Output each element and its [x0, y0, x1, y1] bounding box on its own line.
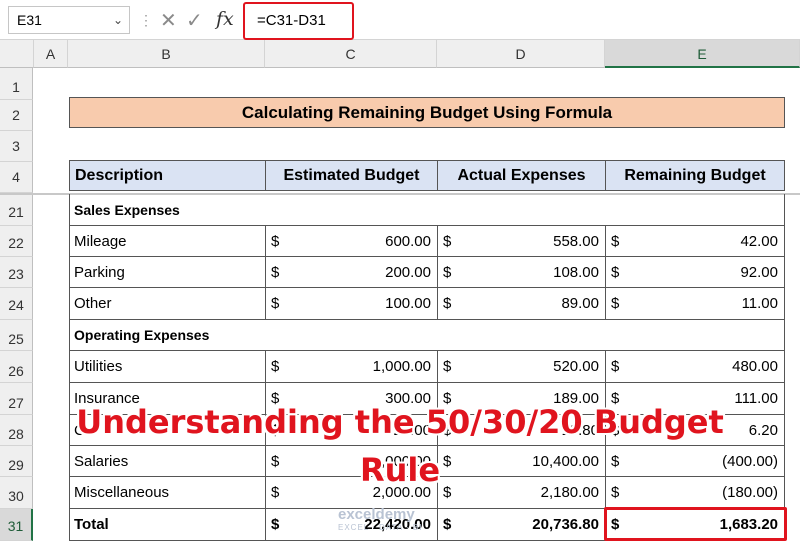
column-header-a[interactable]: A — [34, 40, 68, 68]
remaining-budget-cell[interactable]: $92.00 — [605, 257, 785, 288]
estimated-value: 200.00 — [385, 264, 431, 281]
currency-symbol: $ — [611, 358, 620, 375]
remaining-budget-cell[interactable]: $11.00 — [605, 288, 785, 320]
selected-cell-highlight — [604, 507, 787, 541]
currency-symbol: $ — [271, 264, 280, 281]
estimated-value: 100.00 — [385, 295, 431, 312]
estimated-value: 1,000.00 — [372, 358, 431, 375]
header-estimated-budget[interactable]: Estimated Budget — [265, 160, 438, 191]
description-cell[interactable]: Mileage — [69, 226, 266, 257]
currency-symbol: $ — [271, 233, 280, 250]
description-cell[interactable]: Other — [69, 288, 266, 320]
overlay-caption-line-2: Rule — [359, 451, 441, 489]
remaining-value: 11.00 — [741, 295, 778, 312]
remaining-budget-cell[interactable]: $42.00 — [605, 226, 785, 257]
exceldemy-watermark: exceldemy EXCEL · DATA · BI — [338, 506, 422, 532]
actual-expenses-cell[interactable]: $108.00 — [437, 257, 606, 288]
formula-bar-grip-icon: ⋮ — [139, 12, 154, 28]
table-row: Other $100.00 $89.00 $11.00 — [69, 288, 785, 320]
header-actual-expenses[interactable]: Actual Expenses — [437, 160, 606, 191]
actual-expenses-cell[interactable]: $89.00 — [437, 288, 606, 320]
table-row: Utilities $1,000.00 $520.00 $480.00 — [69, 351, 785, 383]
actual-value: 520.00 — [553, 358, 599, 375]
estimated-budget-cell[interactable]: $600.00 — [265, 226, 438, 257]
row-header-1[interactable]: 1 — [0, 68, 33, 100]
actual-value: 89.00 — [561, 295, 599, 312]
section-label[interactable]: Operating Expenses — [69, 320, 785, 351]
currency-symbol: $ — [443, 358, 452, 375]
overlay-caption-line-1: Understanding the 50/30/20 Budget — [76, 403, 724, 441]
actual-expenses-cell[interactable]: $20,736.80 — [437, 509, 606, 541]
column-header-b[interactable]: B — [68, 40, 265, 68]
currency-symbol: $ — [271, 516, 280, 533]
table-row: Mileage $600.00 $558.00 $42.00 — [69, 226, 785, 257]
formula-bar: E31 ⌄ ⋮ ✕ ✓ fx =C31-D31 — [0, 0, 800, 40]
section-row: Operating Expenses — [69, 320, 785, 351]
currency-symbol: $ — [443, 233, 452, 250]
actual-expenses-cell[interactable]: $558.00 — [437, 226, 606, 257]
insert-function-icon[interactable]: fx — [216, 8, 234, 30]
remaining-budget-cell[interactable]: $480.00 — [605, 351, 785, 383]
section-label[interactable]: Sales Expenses — [69, 194, 785, 226]
estimated-budget-cell[interactable]: $200.00 — [265, 257, 438, 288]
actual-value: 558.00 — [553, 233, 599, 250]
column-header-e[interactable]: E — [605, 40, 800, 68]
row-header-25[interactable]: 25 — [0, 320, 33, 351]
row-header-26[interactable]: 26 — [0, 351, 33, 383]
currency-symbol: $ — [443, 264, 452, 281]
row-header-23[interactable]: 23 — [0, 257, 33, 288]
enter-check-icon[interactable]: ✓ — [186, 8, 203, 33]
description-cell[interactable]: Total — [69, 509, 266, 541]
header-remaining-budget[interactable]: Remaining Budget — [605, 160, 785, 191]
sheet-title[interactable]: Calculating Remaining Budget Using Formu… — [69, 97, 785, 128]
remaining-value: 92.00 — [740, 264, 778, 281]
select-all-corner[interactable] — [0, 40, 34, 68]
column-header-c[interactable]: C — [265, 40, 437, 68]
chevron-down-icon[interactable]: ⌄ — [113, 7, 123, 33]
description-cell[interactable]: Parking — [69, 257, 266, 288]
column-header-d[interactable]: D — [437, 40, 605, 68]
remaining-value: 42.00 — [740, 233, 778, 250]
actual-value: 20,736.80 — [532, 516, 599, 533]
currency-symbol: $ — [271, 358, 280, 375]
name-box[interactable]: E31 ⌄ — [8, 6, 130, 34]
row-header-21[interactable]: 21 — [0, 195, 33, 226]
row-header-2[interactable]: 2 — [0, 100, 33, 131]
actual-value: 108.00 — [553, 264, 599, 281]
currency-symbol: $ — [611, 264, 620, 281]
cancel-icon[interactable]: ✕ — [160, 8, 177, 33]
row-header-3[interactable]: 3 — [0, 131, 33, 162]
estimated-budget-cell[interactable]: $1,000.00 — [265, 351, 438, 383]
description-cell[interactable]: Utilities — [69, 351, 266, 383]
currency-symbol: $ — [443, 516, 452, 533]
name-box-value: E31 — [17, 12, 42, 28]
overlay-caption: Understanding the 50/30/20 Budget Rule — [0, 398, 800, 494]
actual-expenses-cell[interactable]: $520.00 — [437, 351, 606, 383]
row-header-22[interactable]: 22 — [0, 226, 33, 257]
formula-input[interactable]: =C31-D31 — [243, 2, 354, 40]
remaining-value: 480.00 — [732, 358, 778, 375]
estimated-value: 600.00 — [385, 233, 431, 250]
section-row: Sales Expenses — [69, 194, 785, 226]
currency-symbol: $ — [443, 295, 452, 312]
row-header-24[interactable]: 24 — [0, 288, 33, 320]
row-header-31[interactable]: 31 — [0, 509, 33, 541]
row-header-4[interactable]: 4 — [0, 162, 33, 193]
header-description[interactable]: Description — [69, 160, 266, 191]
estimated-budget-cell[interactable]: $100.00 — [265, 288, 438, 320]
watermark-tagline: EXCEL · DATA · BI — [338, 523, 423, 532]
currency-symbol: $ — [271, 295, 280, 312]
table-row: Parking $200.00 $108.00 $92.00 — [69, 257, 785, 288]
currency-symbol: $ — [611, 295, 620, 312]
currency-symbol: $ — [611, 233, 620, 250]
watermark-brand: exceldemy — [338, 506, 415, 523]
